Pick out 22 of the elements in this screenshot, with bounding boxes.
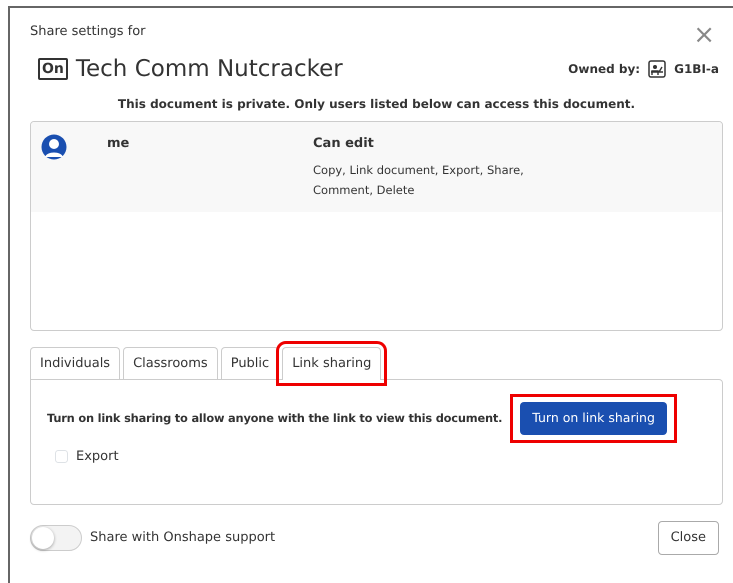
- owner-name: G1BI-a: [674, 61, 719, 78]
- dialog-title: Share settings for: [30, 23, 146, 41]
- toggle-label: Share with Onshape support: [90, 529, 276, 547]
- document-name: Tech Comm Nutcracker: [76, 55, 343, 84]
- support-toggle[interactable]: [30, 524, 82, 551]
- permission-level: Can edit: [313, 134, 375, 152]
- link-sharing-message: Turn on link sharing to allow anyone with the link to view this document.: [47, 410, 502, 427]
- tab[interactable]: Public: [220, 346, 280, 379]
- close-button[interactable]: Close: [658, 521, 719, 554]
- checkbox[interactable]: [55, 450, 68, 463]
- classroom-icon: [648, 60, 666, 78]
- turn-on-link-sharing-button[interactable]: Turn on link sharing: [520, 402, 667, 435]
- avatar-icon: [41, 134, 67, 160]
- owner-label: Owned by:: [568, 61, 640, 78]
- privacy-notice: This document is private. Only users listed below can access this document.: [116, 96, 636, 112]
- permission-details: Copy, Link document, Export, Share, Comment, Delete: [313, 162, 525, 199]
- logo-icon: On: [38, 58, 68, 80]
- close-button[interactable]: ×: [685, 22, 723, 48]
- checkbox-label: Export: [76, 448, 119, 466]
- user-name: me: [107, 134, 130, 152]
- tab[interactable]: Classrooms: [123, 346, 218, 379]
- tab[interactable]: Individuals: [30, 346, 120, 379]
